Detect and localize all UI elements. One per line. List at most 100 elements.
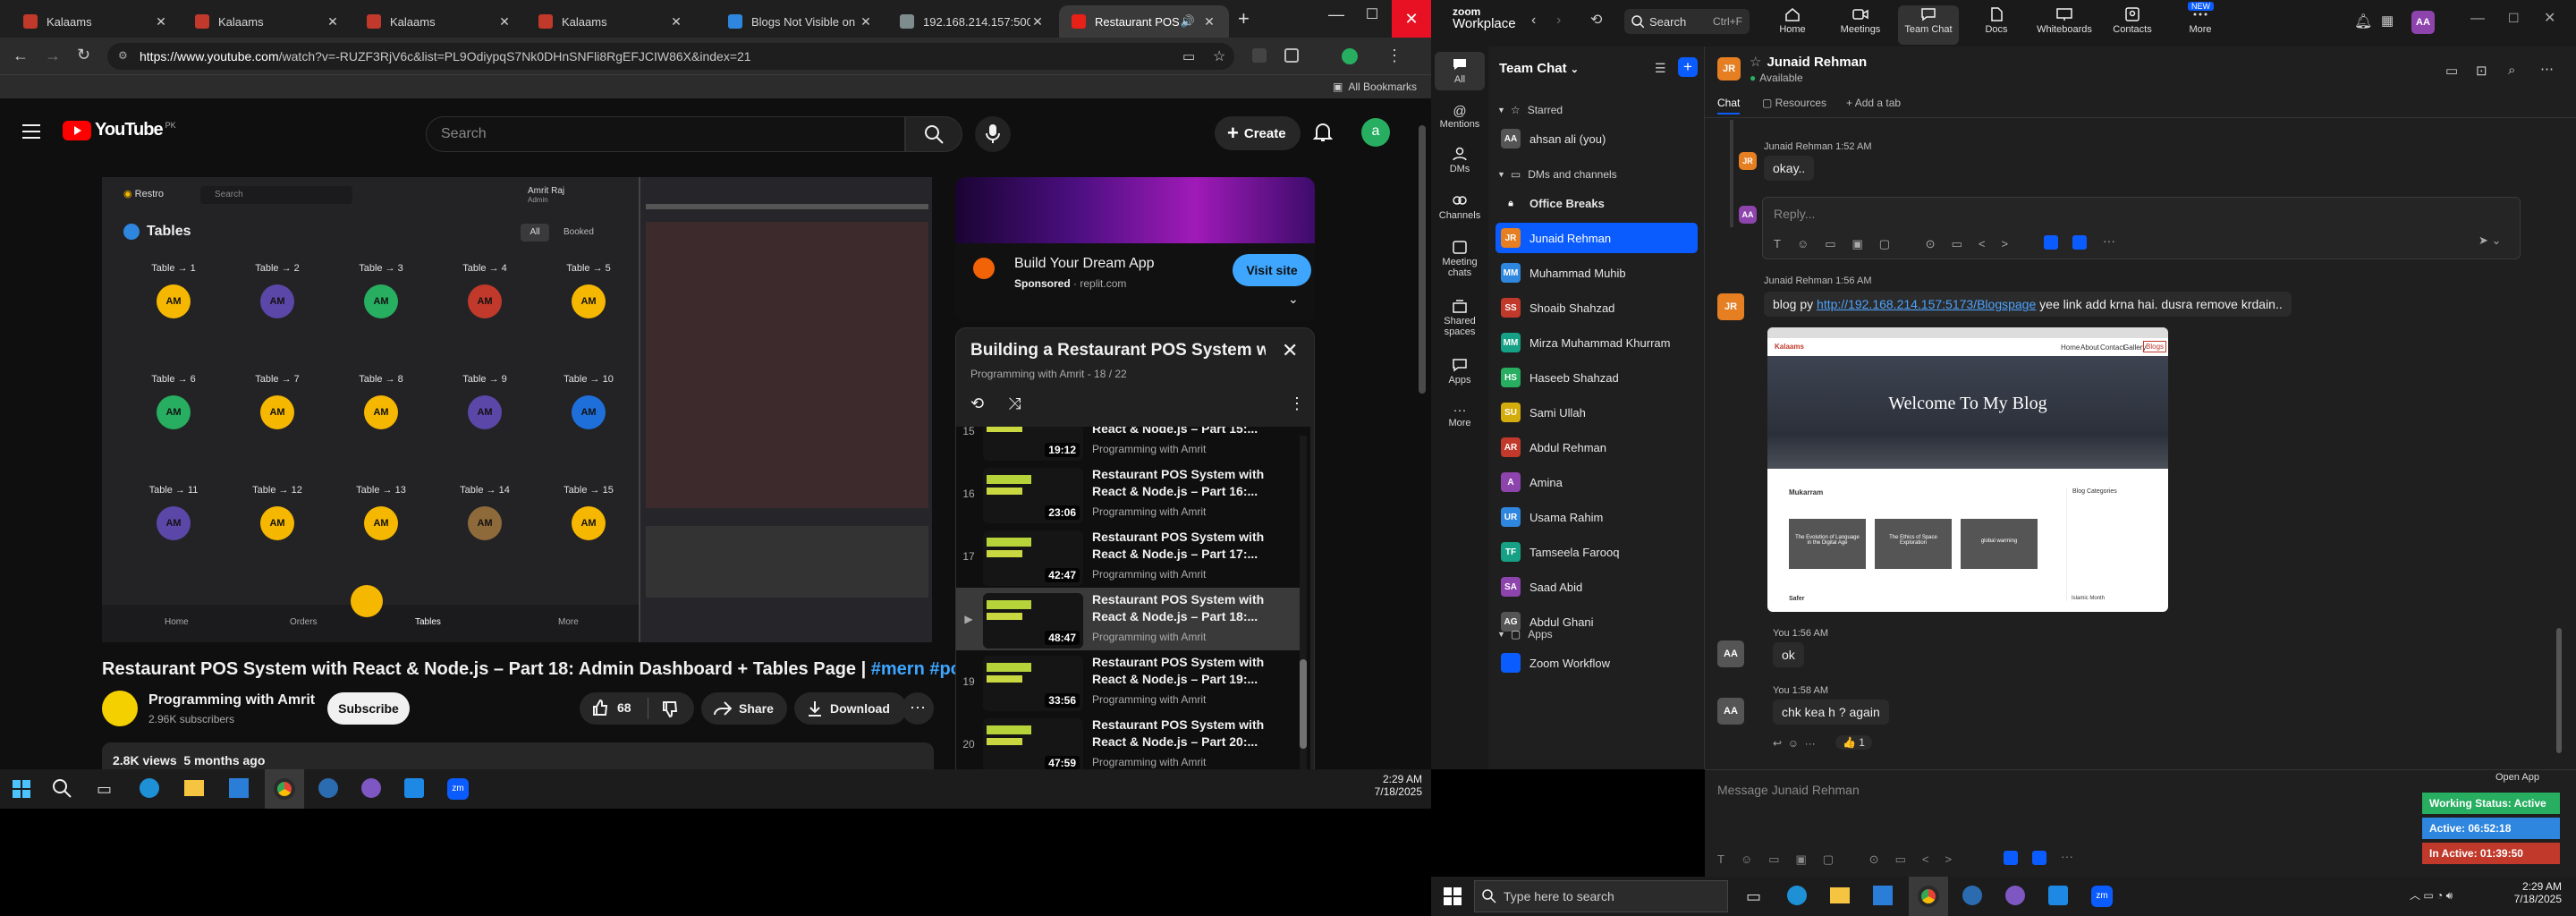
message-link[interactable]: http://192.168.214.157:5173/Blogspage: [1817, 297, 2036, 311]
channel-name[interactable]: Programming with Amrit: [148, 692, 315, 708]
rail-mentions[interactable]: @ Mentions: [1435, 104, 1485, 130]
chat-scrollbar[interactable]: [2556, 628, 2562, 753]
reload-icon[interactable]: ↻: [77, 46, 90, 64]
visit-site-button[interactable]: Visit site: [1233, 254, 1311, 286]
windows-start-icon[interactable]: [13, 780, 30, 798]
browser-menu-icon[interactable]: ⋮: [1386, 47, 1402, 65]
chrome-taskbar-button[interactable]: [265, 769, 304, 809]
tab-resources[interactable]: ▢ Resources: [1762, 97, 1826, 109]
contact-item[interactable]: SA Saad Abid: [1496, 572, 1698, 602]
share-button[interactable]: Share: [701, 692, 787, 725]
filter-icon[interactable]: ☰: [1655, 61, 1666, 76]
tab-chat[interactable]: Chat: [1717, 97, 1741, 114]
store-icon[interactable]: [229, 778, 249, 798]
reply-toolbar[interactable]: T☺▭▣▢ ⊙▭<>: [1774, 237, 2024, 251]
contact-item[interactable]: TF Tamseela Farooq: [1496, 537, 1698, 567]
contact-item[interactable]: SU Sami Ullah: [1496, 397, 1698, 428]
conversation-menu-icon[interactable]: ⋯: [2540, 61, 2554, 77]
playlist-menu-icon[interactable]: ⋮: [1289, 394, 1305, 413]
dms-channels-section[interactable]: ▼ ▭ DMs and channels: [1497, 168, 1617, 181]
contact-item[interactable]: HS Haseeb Shahzad: [1496, 362, 1698, 393]
video-player[interactable]: ◉ Restro Search Amrit Raj Admin Tables Al…: [102, 177, 932, 642]
minimize-button[interactable]: —: [1318, 5, 1354, 30]
zoom-search-box[interactable]: Search Ctrl+F: [1624, 9, 1750, 34]
reply-input[interactable]: Reply...: [1774, 207, 1815, 221]
cast-icon[interactable]: ▭: [1182, 48, 1195, 64]
rail-all[interactable]: All: [1435, 52, 1485, 90]
message-bubble[interactable]: blog py http://192.168.214.157:5173/Blog…: [1764, 292, 2292, 317]
rail-dms[interactable]: DMs: [1435, 147, 1485, 174]
back-arrow-icon[interactable]: ‹: [1531, 13, 1536, 29]
nav-home[interactable]: Home: [1762, 5, 1823, 45]
team-chat-title[interactable]: Team Chat ⌄: [1499, 61, 1579, 76]
video-call-icon[interactable]: ▭: [2445, 63, 2458, 79]
tab-kalaams-3[interactable]: Kalaams ✕: [354, 5, 524, 38]
close-window-button[interactable]: ✕: [2544, 9, 2555, 27]
close-playlist-icon[interactable]: ✕: [1282, 339, 1298, 362]
calendar-icon[interactable]: ▦: [2381, 13, 2394, 29]
search-input[interactable]: Search: [426, 116, 905, 152]
user-avatar[interactable]: AA: [2411, 11, 2435, 34]
contact-item[interactable]: MM Mirza Muhammad Khurram: [1496, 327, 1698, 358]
message-bubble[interactable]: ok: [1773, 642, 1804, 667]
edge-icon[interactable]: [1787, 886, 1807, 905]
contact-item[interactable]: A Amina: [1496, 467, 1698, 497]
emoji-icon[interactable]: ☺: [1788, 737, 1799, 750]
all-bookmarks[interactable]: ▣ All Bookmarks: [1333, 81, 1417, 93]
close-icon[interactable]: ✕: [669, 14, 683, 30]
youtube-logo[interactable]: YouTube PK: [63, 120, 176, 140]
screen-share-icon[interactable]: ⊡: [2476, 63, 2487, 79]
rail-channels[interactable]: Channels: [1435, 193, 1485, 221]
composer-input[interactable]: Message Junaid Rehman: [1717, 783, 1860, 797]
more-actions-button[interactable]: ⋯: [902, 692, 934, 725]
screenshot-attachment[interactable]: Kalaams Home About Contact Gallery Blogs…: [1767, 327, 2168, 612]
notifications-bell-icon[interactable]: 🔔︎: [2354, 13, 2372, 30]
rail-more[interactable]: ··· More: [1435, 403, 1485, 428]
contact-item[interactable]: SS Shoaib Shahzad: [1496, 293, 1698, 323]
store-icon[interactable]: [1873, 886, 1893, 905]
edge-icon[interactable]: [140, 778, 159, 798]
hamburger-menu-icon[interactable]: [21, 123, 41, 140]
close-icon[interactable]: ✕: [1030, 14, 1045, 30]
contact-avatar[interactable]: JR: [1717, 57, 1741, 81]
new-chat-button[interactable]: +: [1678, 57, 1698, 77]
contact-item[interactable]: AR Abdul Rehman: [1496, 432, 1698, 462]
close-window-button[interactable]: ✕: [1392, 0, 1431, 38]
app-icon[interactable]: [1962, 886, 1982, 905]
github-desktop-icon[interactable]: [361, 778, 381, 798]
audio-playing-icon[interactable]: 🔊: [1181, 14, 1195, 29]
playlist-item[interactable]: 16 23:06 Restaurant POS System with React …: [956, 462, 1305, 525]
playlist-item-current[interactable]: ▶ 48:47 Restaurant POS System with React &…: [956, 588, 1305, 650]
rail-shared-spaces[interactable]: Shared spaces: [1435, 299, 1485, 337]
new-tab-button[interactable]: +: [1238, 7, 1250, 30]
open-app-link[interactable]: Open App: [2496, 772, 2539, 783]
reply-icon[interactable]: ↩: [1773, 737, 1782, 750]
extension-icon[interactable]: [1252, 48, 1267, 63]
task-view-icon[interactable]: ▭: [1746, 887, 1761, 906]
dislike-button[interactable]: [662, 701, 678, 717]
send-button[interactable]: ➤ ⌄: [2479, 233, 2501, 248]
voice-search-button[interactable]: [975, 116, 1011, 152]
bookmark-star-icon[interactable]: ☆: [1213, 47, 1225, 65]
app-shortcut-icon[interactable]: [2032, 851, 2046, 865]
star-icon[interactable]: ☆: [1750, 55, 1761, 70]
profile-avatar[interactable]: [1342, 48, 1358, 64]
zoom-workflow-app[interactable]: Zoom Workflow: [1496, 648, 1698, 678]
rail-meeting-chats[interactable]: Meeting chats: [1435, 240, 1485, 278]
playlist-item[interactable]: 19 33:56 Restaurant POS System with React …: [956, 650, 1305, 713]
more-dots-icon[interactable]: ···: [2061, 849, 2073, 863]
notifications-bell-icon[interactable]: [1313, 122, 1333, 143]
rail-apps[interactable]: Apps: [1435, 358, 1485, 386]
more-dots-icon[interactable]: ···: [1805, 737, 1816, 750]
close-icon[interactable]: ✕: [154, 14, 168, 30]
account-avatar[interactable]: a: [1361, 118, 1390, 147]
playlist-item[interactable]: 17 42:47 Restaurant POS System with React …: [956, 525, 1305, 588]
create-button[interactable]: + Create: [1215, 116, 1301, 150]
url-bar[interactable]: ⚙ https://www.youtube.com/watch?v=-RUZF3…: [107, 43, 1234, 70]
starred-section[interactable]: ▼ ☆ Starred: [1497, 104, 1563, 116]
channel-avatar[interactable]: [102, 691, 138, 726]
composer-toolbar[interactable]: T☺▭▣▢ ⊙▭<>: [1717, 852, 1968, 867]
contact-item[interactable]: JR Junaid Rehman: [1496, 223, 1698, 253]
clock-right[interactable]: 2:29 AM 7/18/2025: [2490, 880, 2562, 905]
subscribe-button[interactable]: Subscribe: [327, 692, 410, 725]
